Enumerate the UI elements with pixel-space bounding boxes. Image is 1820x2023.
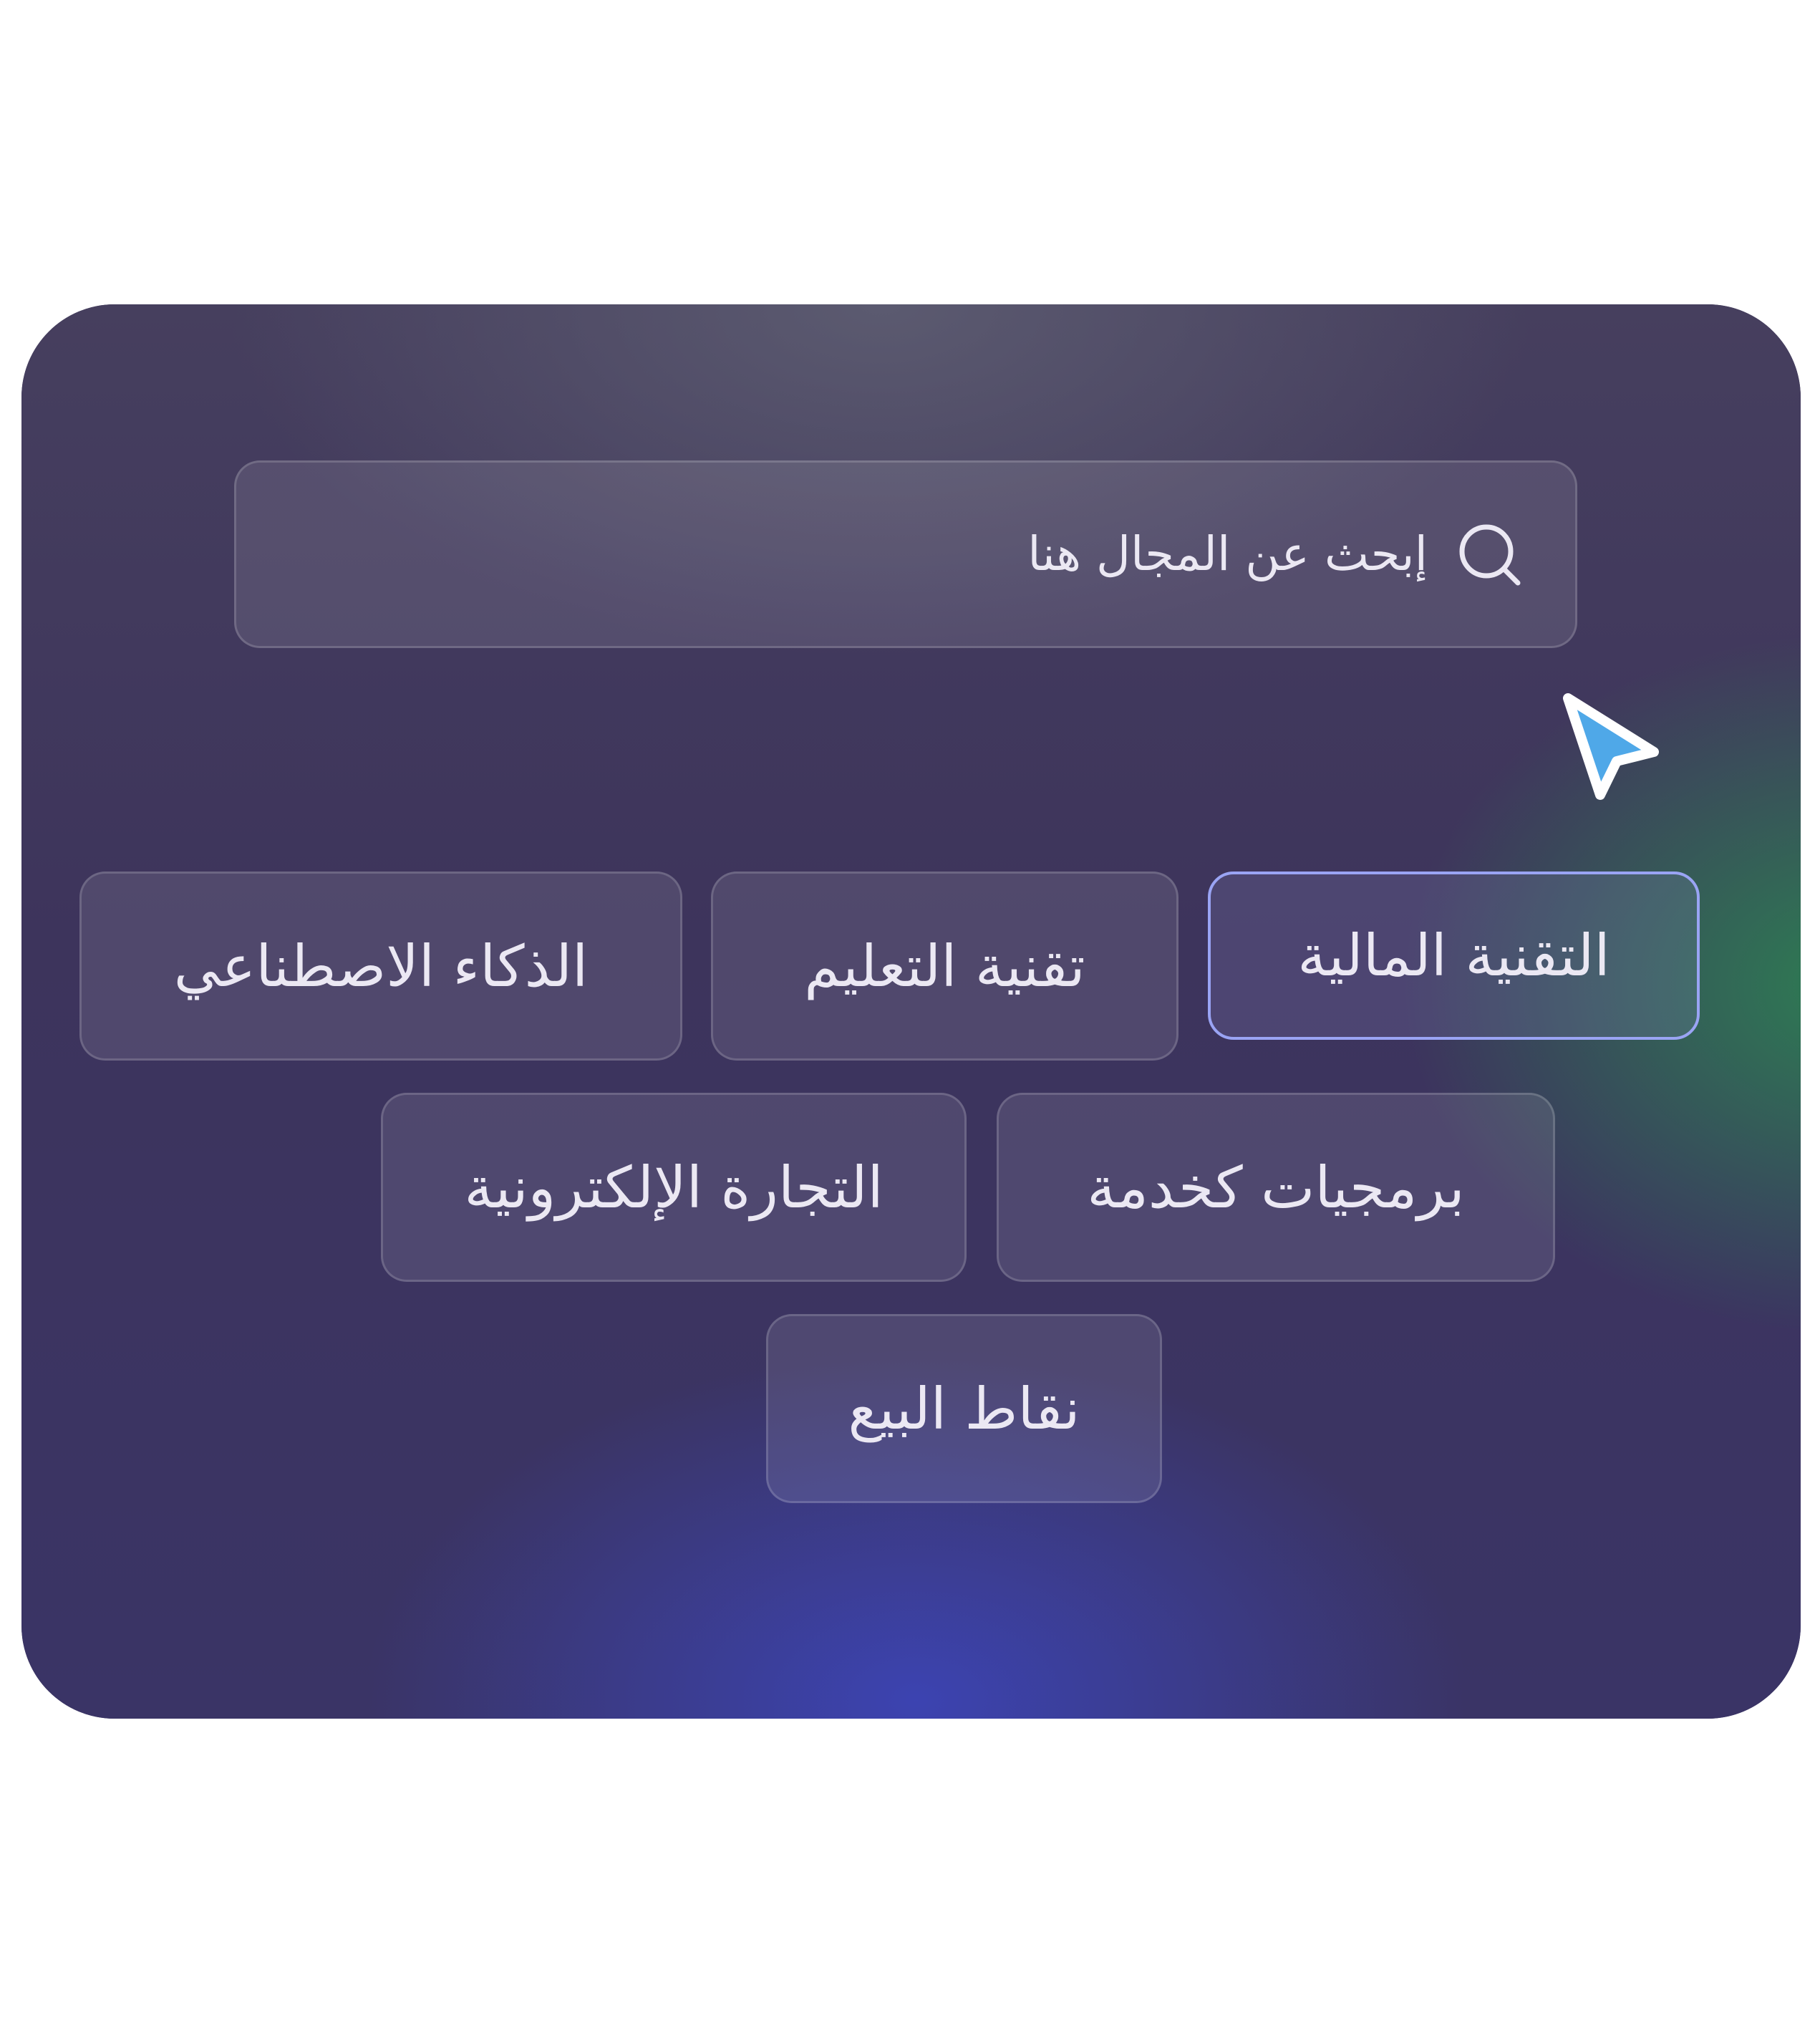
chip-edtech[interactable]: تقنية التعليم: [711, 872, 1178, 1061]
chip-fintech[interactable]: التقنية المالية: [1208, 872, 1700, 1040]
domain-picker-card: إبحث عن المجال هنا التقنية المالية تقنية…: [21, 304, 1801, 1719]
mouse-pointer-icon: [1563, 693, 1659, 800]
chip-saas[interactable]: برمجيات كخدمة: [997, 1093, 1555, 1282]
page: إبحث عن المجال هنا التقنية المالية تقنية…: [0, 0, 1820, 2023]
chip-ecommerce[interactable]: التجارة الإلكترونية: [381, 1093, 967, 1282]
search-icon: [1459, 524, 1521, 586]
search-input[interactable]: إبحث عن المجال هنا: [234, 460, 1577, 648]
chip-pos[interactable]: نقاط البيع: [766, 1314, 1162, 1503]
search-placeholder: إبحث عن المجال هنا: [1027, 526, 1428, 581]
chip-ai[interactable]: الذكاء الاصطناعي: [79, 872, 682, 1061]
